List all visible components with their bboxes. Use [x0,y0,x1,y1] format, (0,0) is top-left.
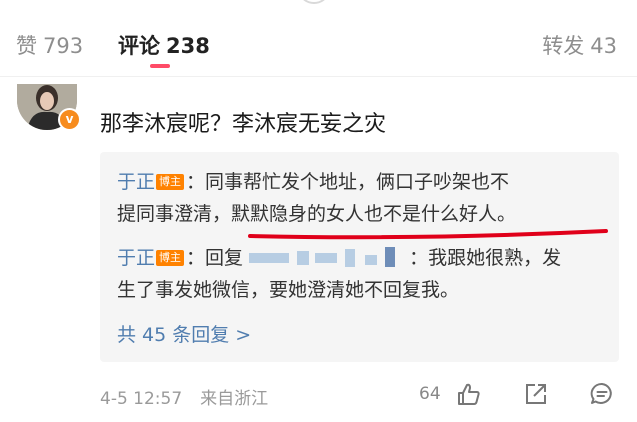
reply-author[interactable]: 于正 [117,171,155,193]
tab-like-count: 793 [43,34,84,58]
tab-comment-label: 评论 [118,34,160,58]
tab-repost-label: 转发 [542,34,585,58]
reply-text: ：我跟她很熟，发 [409,247,562,269]
author-tag: 博主 [156,174,185,190]
more-replies-link[interactable]: 共 45 条回复 > [117,320,251,347]
tab-active-indicator [150,64,170,68]
comment-date: 4-5 12:57 [100,389,183,409]
comment-text: 那李沐宸呢？李沐宸无妄之灾 [100,112,387,137]
thumbs-up-icon[interactable] [455,380,483,408]
like-count: 64 [419,384,441,404]
author-tag: 博主 [156,250,185,266]
reply-author[interactable]: 于正 [117,247,155,269]
reply-prefix: ：回复 [186,247,250,269]
comment-meta: 4-5 12:57 来自浙江 [100,384,268,409]
divider [0,76,637,77]
reply-text-line2: 提同事澄清，默默隐身的女人也不是什么好人。 [117,203,517,225]
tab-like-label: 赞 [16,34,37,58]
tab-like[interactable]: 赞 793 [16,30,83,60]
tab-repost-count: 43 [590,34,617,58]
comment-footer: 4-5 12:57 来自浙江 64 [0,380,637,410]
comment-location: 来自浙江 [200,389,269,409]
tab-bar: 赞 793 评论 238 转发 43 [0,30,637,70]
top-decoration [300,0,328,4]
tab-comment[interactable]: 评论 238 [118,30,210,60]
reply-item[interactable]: 于正 博主 ：同事帮忙发个地址，俩口子吵架也不 提同事澄清，默默隐身的女人也不是什么… [117,166,612,230]
share-icon[interactable] [522,380,550,408]
reply-text-line2: 生了事发她微信，要她澄清她不回复我。 [117,279,460,301]
comment-icon[interactable] [588,380,616,408]
verified-badge-icon: v [58,108,81,131]
tab-comment-count: 238 [166,34,210,58]
censored-username [249,247,409,267]
tab-repost[interactable]: 转发 43 [542,30,617,60]
reply-text: ：同事帮忙发个地址，俩口子吵架也不 [186,171,510,193]
reply-box[interactable]: 于正 博主 ：同事帮忙发个地址，俩口子吵架也不 提同事澄清，默默隐身的女人也不是什么… [100,152,619,362]
reply-item[interactable]: 于正 博主 ：回复 ：我跟她很熟，发 生了事发她微信，要她澄清她不回复我。 [117,242,612,306]
